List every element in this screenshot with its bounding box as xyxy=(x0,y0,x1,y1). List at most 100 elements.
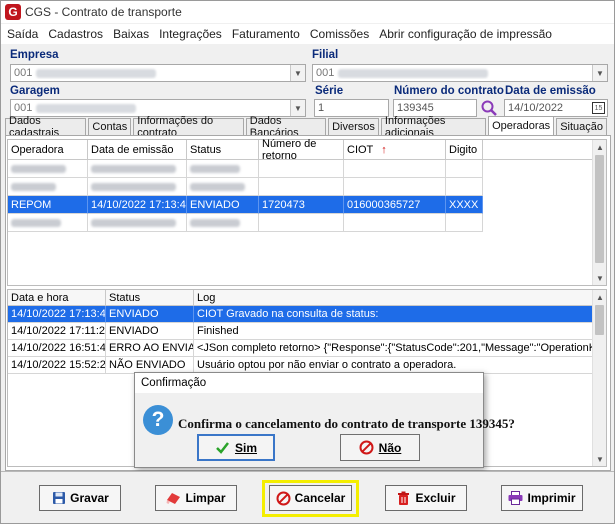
menu-integracoes[interactable]: Integrações xyxy=(159,27,222,41)
sort-arrow-icon: ↑ xyxy=(381,143,387,156)
eraser-icon xyxy=(166,491,181,506)
table-cell xyxy=(88,160,187,178)
log-scrollbar[interactable]: ▲ ▼ xyxy=(592,290,606,466)
operators-scrollbar[interactable]: ▲ ▼ xyxy=(592,140,606,285)
table-cell xyxy=(88,214,187,232)
cancelar-button[interactable]: Cancelar xyxy=(269,485,352,511)
col-ciot-label: CIOT xyxy=(347,143,374,156)
scroll-down-icon[interactable]: ▼ xyxy=(593,452,607,466)
col-data-hora[interactable]: Data e hora xyxy=(8,290,106,306)
tab-strip: Dados cadastrais Contas Informações do c… xyxy=(5,115,609,139)
yes-button[interactable]: Sim xyxy=(197,434,275,461)
col-log-status[interactable]: Status xyxy=(106,290,194,306)
selected-row-digito[interactable]: XXXX xyxy=(446,196,483,214)
col-filler xyxy=(483,140,593,160)
limpar-label: Limpar xyxy=(185,491,226,505)
menu-faturamento[interactable]: Faturamento xyxy=(232,27,300,41)
col-numero-retorno[interactable]: Número de retorno xyxy=(259,138,344,162)
numero-contrato-label: Número do contrato xyxy=(394,85,504,97)
log-row-1-status[interactable]: ENVIADO xyxy=(106,306,194,323)
chevron-down-icon[interactable]: ▼ xyxy=(592,65,607,81)
dialog-message: Confirma o cancelamento do contrato de t… xyxy=(178,416,515,431)
scrollbar-thumb[interactable] xyxy=(595,155,604,263)
forbidden-icon xyxy=(359,440,374,455)
serie-input[interactable]: 1 xyxy=(314,99,389,117)
log-row-1-data-hora[interactable]: 14/10/2022 17:13:48 xyxy=(8,306,106,323)
selected-row-data-emissao[interactable]: 14/10/2022 17:13:48 xyxy=(88,196,187,214)
no-button[interactable]: Não xyxy=(340,434,420,461)
gravar-label: Gravar xyxy=(70,491,109,505)
search-icon[interactable] xyxy=(480,99,498,117)
serie-label: Série xyxy=(315,85,344,97)
tab-contas[interactable]: Contas xyxy=(88,118,132,135)
scroll-up-icon[interactable]: ▲ xyxy=(593,290,607,304)
selected-row-ciot[interactable]: 016000365727 xyxy=(344,196,446,214)
calendar-icon[interactable]: 15 xyxy=(592,102,605,114)
table-cell xyxy=(8,160,88,178)
menu-abrir-configuracao[interactable]: Abrir configuração de impressão xyxy=(379,27,552,41)
tab-informacoes-adicionais[interactable]: Informações adicionais xyxy=(380,115,487,139)
app-logo-icon: G xyxy=(5,4,21,20)
table-cell xyxy=(344,160,446,178)
operators-grid[interactable]: Operadora Data de emissão Status Número … xyxy=(7,138,607,286)
chevron-down-icon[interactable]: ▼ xyxy=(290,65,305,81)
table-cell xyxy=(88,178,187,196)
gravar-button[interactable]: Gravar xyxy=(39,485,121,511)
selected-row-status[interactable]: ENVIADO xyxy=(187,196,259,214)
confirm-dialog: Confirmação ? Confirma o cancelamento do… xyxy=(134,372,515,468)
imprimir-button[interactable]: Imprimir xyxy=(501,485,583,511)
tab-diversos[interactable]: Diversos xyxy=(328,118,379,135)
empresa-value: 001 xyxy=(14,67,33,79)
excluir-button[interactable]: Excluir xyxy=(385,485,467,511)
yes-button-label: Sim xyxy=(234,440,257,455)
empresa-select[interactable]: 001 ▼ xyxy=(10,64,306,82)
imprimir-label: Imprimir xyxy=(527,491,576,505)
menu-saida[interactable]: Saída xyxy=(7,27,38,41)
window-title: CGS - Contrato de transporte xyxy=(25,5,182,19)
empresa-label: Empresa xyxy=(10,49,59,61)
log-row-3-data-hora[interactable]: 14/10/2022 16:51:49 xyxy=(8,340,106,357)
question-icon: ? xyxy=(143,405,173,435)
data-emissao-value: 14/10/2022 xyxy=(508,102,564,114)
selected-row-numero-retorno[interactable]: 1720473 xyxy=(259,196,344,214)
log-row-2-data-hora[interactable]: 14/10/2022 17:11:23 xyxy=(8,323,106,340)
table-cell xyxy=(8,178,88,196)
no-button-label: Não xyxy=(378,440,402,455)
table-cell xyxy=(259,178,344,196)
menu-comissoes[interactable]: Comissões xyxy=(310,27,369,41)
scrollbar-thumb[interactable] xyxy=(595,305,604,335)
scroll-up-icon[interactable]: ▲ xyxy=(593,140,607,154)
title-bar: G CGS - Contrato de transporte xyxy=(1,1,614,23)
table-cell xyxy=(446,214,483,232)
garagem-label: Garagem xyxy=(10,85,60,97)
menu-cadastros[interactable]: Cadastros xyxy=(48,27,103,41)
menu-baixas[interactable]: Baixas xyxy=(113,27,149,41)
table-cell xyxy=(187,178,259,196)
tab-dados-bancarios[interactable]: Dados Bancários xyxy=(245,115,327,139)
data-emissao-input[interactable]: 14/10/2022 15 xyxy=(504,99,608,117)
printer-icon xyxy=(508,491,523,506)
log-row-3-status[interactable]: ERRO AO ENVIAR xyxy=(106,340,194,357)
col-operadora[interactable]: Operadora xyxy=(8,140,88,160)
tab-operadoras[interactable]: Operadoras xyxy=(488,116,555,135)
table-cell xyxy=(446,160,483,178)
selected-row-operadora[interactable]: REPOM xyxy=(8,196,88,214)
col-digito[interactable]: Digito xyxy=(446,140,483,160)
floppy-disk-icon xyxy=(51,491,66,506)
col-data-emissao[interactable]: Data de emissão xyxy=(88,140,187,160)
col-status[interactable]: Status xyxy=(187,140,259,160)
log-row-2-status[interactable]: ENVIADO xyxy=(106,323,194,340)
limpar-button[interactable]: Limpar xyxy=(155,485,237,511)
tab-informacoes-contrato[interactable]: Informações do contrato xyxy=(133,115,244,139)
log-row-2-log[interactable]: Finished xyxy=(194,323,592,340)
log-row-1-log[interactable]: CIOT Gravado na consulta de status: xyxy=(194,306,592,323)
col-log[interactable]: Log xyxy=(194,290,592,306)
scroll-down-icon[interactable]: ▼ xyxy=(593,271,607,285)
col-ciot[interactable]: CIOT ↑ xyxy=(344,140,446,160)
tab-situacao[interactable]: Situação xyxy=(556,118,607,135)
filial-select[interactable]: 001 ▼ xyxy=(312,64,608,82)
log-row-3-log[interactable]: <JSon completo retorno> {"Response":{"St… xyxy=(194,340,592,357)
chevron-down-icon[interactable]: ▼ xyxy=(290,100,305,116)
tab-dados-cadastrais[interactable]: Dados cadastrais xyxy=(5,115,87,139)
log-row-4-data-hora[interactable]: 14/10/2022 15:52:26 xyxy=(8,357,106,374)
